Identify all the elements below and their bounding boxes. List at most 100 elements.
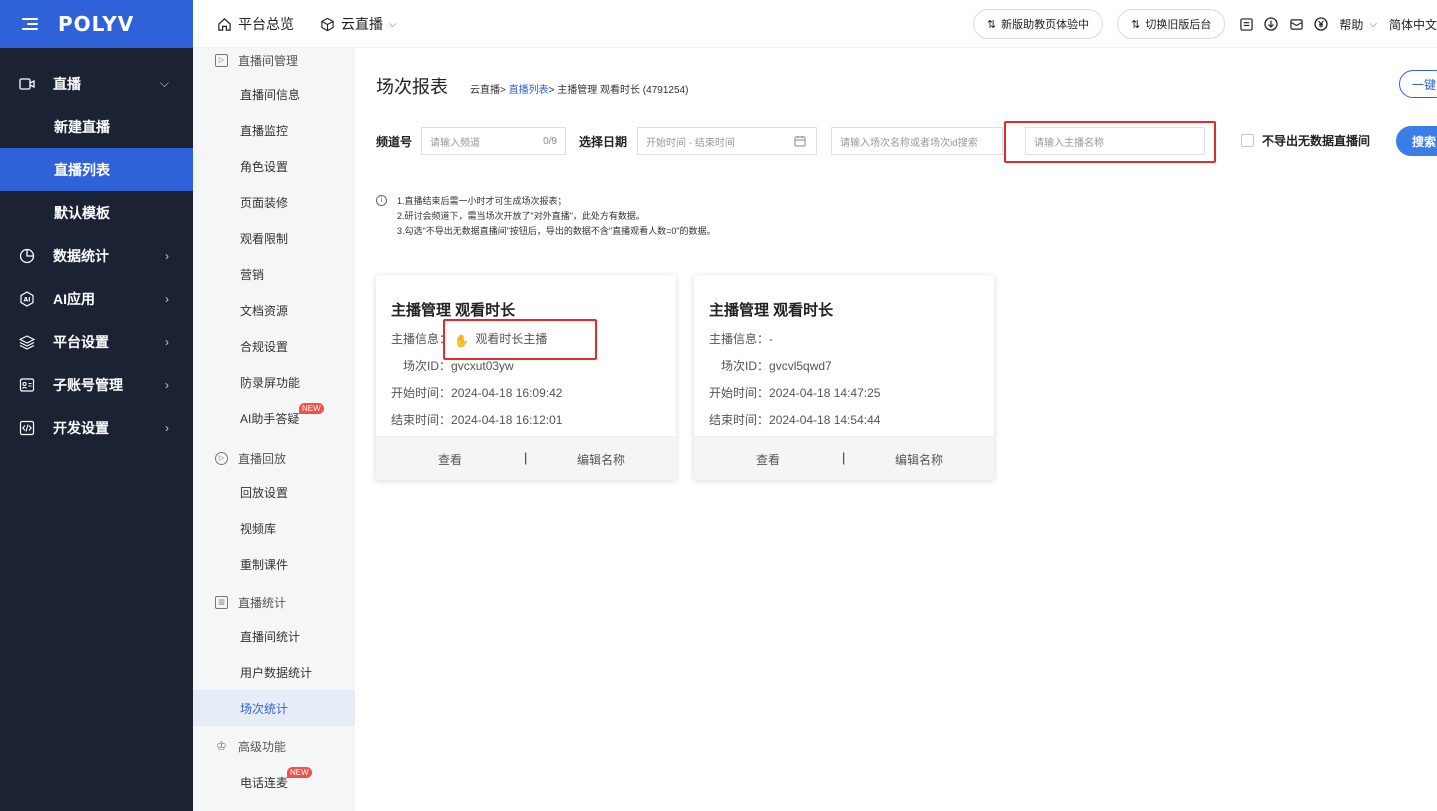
session-card: 主播管理 观看时长 主播信息：- 场次ID：gvcvl5qwd7 开始时间：20… <box>694 275 994 480</box>
download-icon[interactable] <box>1264 17 1279 31</box>
cube-icon <box>321 17 334 31</box>
no-data-checkbox[interactable] <box>1241 134 1254 147</box>
no-data-checkbox-label[interactable]: 不导出无数据直播间 <box>1262 132 1370 149</box>
end-time-label: 结束时间： <box>391 413 452 427</box>
switch-icon: ⇅ <box>986 18 997 31</box>
new-badge: NEW <box>287 767 312 778</box>
group-title: 高级功能 <box>238 739 287 754</box>
chevron-down-icon: ⌵ <box>389 18 397 30</box>
session-id-label: 场次ID： <box>721 359 770 373</box>
new-version-button[interactable]: ⇅ 新版助教页体验中 <box>972 9 1104 39</box>
sidebar-item-default-template[interactable]: 默认模板 <box>0 191 193 234</box>
menu-compliance[interactable]: 合规设置 <box>193 328 355 364</box>
menu-video-library[interactable]: 视频库 <box>193 510 355 546</box>
breadcrumb: 云直播> 直播列表> 主播管理 观看时长 (4791254) <box>470 81 688 96</box>
tip-line: 2.研讨会频道下，需当场次开放了"对外直播"，此处方有数据。 <box>397 211 645 221</box>
switch-old-button[interactable]: ⇅ 切换旧版后台 <box>1117 9 1226 39</box>
menu-view-restriction[interactable]: 观看限制 <box>193 220 355 256</box>
session-id-value: gvcxut03yw <box>451 359 514 373</box>
group-advanced: ♔ 高级功能 <box>193 728 355 764</box>
menu-session-statistics[interactable]: 场次统计 <box>193 690 355 726</box>
session-id-value: gvcvl5qwd7 <box>769 359 832 373</box>
menu-room-statistics[interactable]: 直播间统计 <box>193 618 355 654</box>
search-button[interactable]: 搜索 <box>1396 126 1437 156</box>
svg-text:AI: AI <box>24 296 31 303</box>
breadcrumb-root[interactable]: 云直播 <box>470 85 500 96</box>
channel-input[interactable]: 请输入频道 0/9 <box>421 127 566 155</box>
anchor-value: - <box>769 332 774 346</box>
view-button[interactable]: 查看 <box>756 451 780 468</box>
language-menu[interactable]: 简体中文 <box>1389 16 1437 33</box>
group-title: 直播回放 <box>238 451 287 466</box>
breadcrumb-list[interactable]: 直播列表 <box>509 85 549 96</box>
group-title: 直播间管理 <box>238 53 299 68</box>
menu-remake-courseware[interactable]: 重制课件 <box>193 546 355 582</box>
chevron-down-icon: ⌵ <box>1369 18 1377 30</box>
page-title: 场次报表 <box>376 77 448 97</box>
sidebar-item-new-live[interactable]: 新建直播 <box>0 105 193 148</box>
sidebar: 直播 ⌵ 新建直播 直播列表 默认模板 数据统计 › AI AI应用 › 平台设… <box>0 48 193 811</box>
sidebar-item-label: 开发设置 <box>53 419 109 436</box>
crown-icon: ♔ <box>216 739 227 753</box>
home-icon <box>218 17 231 31</box>
channel-count: 0/9 <box>543 135 557 147</box>
main-content: 场次报表 云直播> 直播列表> 主播管理 观看时长 (4791254) 一键 频… <box>355 48 1437 811</box>
menu-replay-settings[interactable]: 回放设置 <box>193 474 355 510</box>
replay-icon: ▷ <box>215 451 228 465</box>
menu-icon[interactable] <box>22 17 38 31</box>
chart-icon <box>19 248 35 264</box>
sidebar-item-live[interactable]: 直播 ⌵ <box>0 62 193 105</box>
menu-marketing[interactable]: 营销 <box>193 256 355 292</box>
nav-cloud-live[interactable]: 云直播 ⌵ <box>320 14 397 34</box>
session-search-input[interactable]: 请输入场次名称或者场次id搜索 <box>831 127 1003 155</box>
one-click-button[interactable]: 一键 <box>1399 70 1437 98</box>
sidebar-item-label: 子账号管理 <box>53 376 123 393</box>
edit-name-button[interactable]: 编辑名称 <box>895 451 943 468</box>
sidebar-item-label: 平台设置 <box>53 333 109 350</box>
breadcrumb-separator: > <box>500 85 506 96</box>
breadcrumb-current: 主播管理 观看时长 (4791254) <box>557 85 689 96</box>
date-range-input[interactable]: 开始时间 - 结束时间 <box>637 127 817 155</box>
card-actions: 查看 | 编辑名称 <box>376 436 676 480</box>
menu-ai-assistant[interactable]: AI助手答疑 NEW <box>193 400 355 436</box>
edit-name-button[interactable]: 编辑名称 <box>577 451 625 468</box>
sidebar-item-platform[interactable]: 平台设置 › <box>0 320 193 363</box>
bar-chart-icon: ▥ <box>215 595 228 609</box>
polyv-logo[interactable]: POLYV <box>58 12 134 36</box>
start-time-value: 2024-04-18 16:09:42 <box>451 386 563 400</box>
group-replay: ▷ 直播回放 <box>193 442 355 474</box>
mail-icon[interactable] <box>1289 17 1303 31</box>
end-time-value: 2024-04-18 14:54:44 <box>769 413 881 427</box>
menu-room-info[interactable]: 直播间信息 <box>193 76 355 112</box>
end-time-label: 结束时间： <box>709 413 770 427</box>
sidebar-item-label: AI应用 <box>53 290 95 307</box>
tip-line: 1.直播结束后需一小时才可生成场次报表； <box>397 196 567 206</box>
menu-phone-mic[interactable]: 电话连麦 NEW <box>193 764 355 800</box>
end-time-row: 结束时间：2024-04-18 16:12:01 <box>391 411 562 428</box>
menu-user-statistics[interactable]: 用户数据统计 <box>193 654 355 690</box>
highlight-anchor-input <box>1004 121 1216 163</box>
channel-placeholder: 请输入频道 <box>430 137 480 149</box>
menu-document-resources[interactable]: 文档资源 <box>193 292 355 328</box>
code-icon <box>19 420 35 436</box>
account-icon <box>19 377 35 393</box>
document-icon[interactable] <box>1239 17 1253 31</box>
video-icon <box>19 76 35 92</box>
menu-page-decoration[interactable]: 页面装修 <box>193 184 355 220</box>
sidebar-item-statistics[interactable]: 数据统计 › <box>0 234 193 277</box>
nav-overview[interactable]: 平台总览 <box>217 14 294 34</box>
top-nav: 平台总览 云直播 ⌵ <box>217 0 423 48</box>
session-placeholder: 请输入场次名称或者场次id搜索 <box>840 137 978 149</box>
sidebar-item-subaccount[interactable]: 子账号管理 › <box>0 363 193 406</box>
menu-live-monitor[interactable]: 直播监控 <box>193 112 355 148</box>
help-menu[interactable]: 帮助 <box>1339 16 1363 33</box>
menu-anti-recording[interactable]: 防录屏功能 <box>193 364 355 400</box>
sidebar-item-ai[interactable]: AI AI应用 › <box>0 277 193 320</box>
start-time-row: 开始时间：2024-04-18 16:09:42 <box>391 384 562 401</box>
yen-icon[interactable] <box>1314 17 1329 31</box>
sidebar-item-developer[interactable]: 开发设置 › <box>0 406 193 449</box>
action-divider: | <box>842 450 846 465</box>
menu-role-settings[interactable]: 角色设置 <box>193 148 355 184</box>
view-button[interactable]: 查看 <box>438 451 462 468</box>
sidebar-item-live-list[interactable]: 直播列表 <box>0 148 193 191</box>
